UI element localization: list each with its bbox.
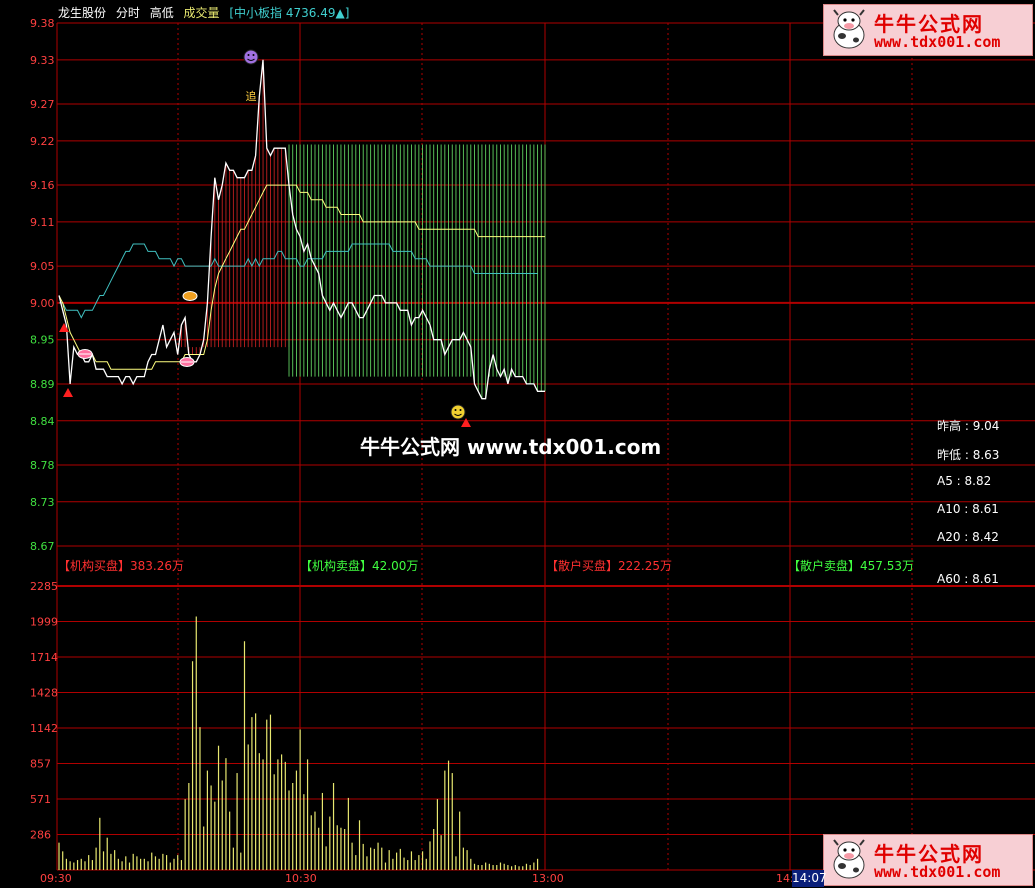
- flow-label: 【散户买盘】: [546, 559, 619, 573]
- watermark-top: 牛牛公式网 www.tdx001.com: [823, 4, 1033, 56]
- stat-label: A5: [937, 474, 953, 488]
- chart-header: 龙生股份 分时 高低 成交量 [中小板指 4736.49▲]: [58, 4, 355, 21]
- volume-toggle[interactable]: 成交量: [184, 6, 220, 20]
- flow-retail-buy: 【散户买盘】222.25万: [546, 557, 672, 574]
- watermark-site-url: www.tdx001.com: [874, 33, 1001, 51]
- time-tick-label: 09:30: [40, 872, 72, 885]
- stock-name: 龙生股份: [58, 6, 107, 20]
- price-tick-label: 8.67: [30, 540, 55, 553]
- volume-tick-label: 286: [30, 828, 51, 841]
- signal-up-icon: [59, 323, 69, 332]
- price-tick-label: 9.22: [30, 135, 55, 148]
- tab-intraday[interactable]: 分时: [116, 6, 140, 20]
- price-tick-label: 8.95: [30, 334, 55, 347]
- stat-label: A10: [937, 502, 961, 516]
- stat-a60: A60 : 8.61: [937, 572, 999, 586]
- stat-label: 昨低: [937, 448, 962, 462]
- flow-retail-sell: 【散户卖盘】457.53万: [788, 557, 914, 574]
- price-tick-label: 8.78: [30, 459, 55, 472]
- price-tick-label: 9.16: [30, 179, 55, 192]
- price-tick-label: 9.05: [30, 260, 55, 273]
- time-tick-label: 13:00: [532, 872, 564, 885]
- volume-tick-label: 1714: [30, 651, 58, 664]
- smiley-eye: [454, 409, 457, 411]
- stat-a20: A20 : 8.42: [937, 530, 999, 544]
- volume-tick-label: 2285: [30, 580, 58, 593]
- flow-label: 【散户卖盘】: [788, 559, 861, 573]
- price-tick-label: 9.27: [30, 98, 55, 111]
- price-tick-label: 9.11: [30, 216, 55, 229]
- stat-value: 8.63: [972, 448, 1000, 462]
- time-tick-label: 10:30: [285, 872, 317, 885]
- current-time-badge: 14:07: [792, 870, 827, 887]
- volume-tick-label: 1428: [30, 687, 58, 700]
- center-watermark: 牛牛公式网 www.tdx001.com: [360, 435, 662, 459]
- flow-value: 42.00万: [372, 559, 419, 573]
- price-tick-label: 9.38: [30, 17, 55, 30]
- avg-price-line: [58, 184, 545, 370]
- smiley-eye: [252, 54, 255, 56]
- gold-marker-icon: [182, 291, 198, 301]
- volume-tick-label: 571: [30, 793, 51, 806]
- peak-face-icon: [243, 49, 259, 65]
- flow-label: 【机构买盘】: [58, 559, 131, 573]
- index-line: [59, 243, 538, 319]
- price-tick-label: 9.33: [30, 54, 55, 67]
- smiley-eye: [247, 54, 250, 56]
- price-tick-label: 8.89: [30, 378, 55, 391]
- flow-value: 222.25万: [618, 559, 673, 573]
- stat-value: 9.04: [972, 419, 1000, 433]
- stat-value: 8.82: [964, 474, 992, 488]
- chase-label: 追: [246, 89, 257, 103]
- tab-highlow[interactable]: 高低: [150, 6, 174, 20]
- stat-value: 8.42: [972, 530, 999, 544]
- flow-value: 383.26万: [130, 559, 185, 573]
- flow-label: 【机构卖盘】: [300, 559, 373, 573]
- volume-tick-label: 857: [30, 757, 51, 770]
- stat-label: A20: [937, 530, 961, 544]
- flow-inst-buy: 【机构买盘】383.26万: [58, 557, 184, 574]
- flow-value: 457.53万: [860, 559, 915, 573]
- smiley-eye: [459, 409, 462, 411]
- price-tick-label: 8.84: [30, 415, 55, 428]
- signal-up-icon: [461, 418, 471, 427]
- stat-a5: A5 : 8.82: [937, 474, 992, 488]
- stat-prev-high: 昨高 : 9.04: [937, 419, 1000, 433]
- bottom-smiley-icon: [450, 404, 466, 420]
- volume-tick-label: 1142: [30, 722, 58, 735]
- index-tag[interactable]: [中小板指 4736.49▲]: [229, 6, 349, 20]
- stat-value: 8.61: [972, 572, 999, 586]
- watermark-site-url: www.tdx001.com: [874, 863, 1001, 881]
- stat-a10: A10 : 8.61: [937, 502, 999, 516]
- volume-tick-label: 1999: [30, 616, 58, 629]
- stat-value: 8.61: [972, 502, 999, 516]
- price-tick-label: 9.00: [30, 297, 55, 310]
- stat-label: A60: [937, 572, 961, 586]
- price-tick-label: 8.73: [30, 496, 55, 509]
- flow-inst-sell: 【机构卖盘】42.00万: [300, 557, 418, 574]
- cow-logo-icon: [833, 9, 865, 49]
- stat-prev-low: 昨低 : 8.63: [937, 448, 1000, 462]
- cow-logo-icon: [833, 839, 865, 879]
- signal-up-icon: [63, 388, 73, 397]
- watermark-bottom: 牛牛公式网 www.tdx001.com: [823, 834, 1033, 886]
- stat-label: 昨高: [937, 419, 962, 433]
